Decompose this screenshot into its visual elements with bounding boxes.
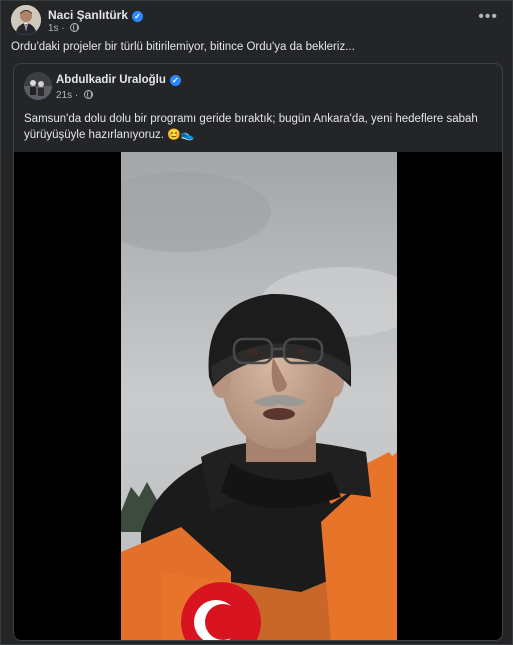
- author-avatar[interactable]: [11, 5, 41, 35]
- shared-author-name[interactable]: Abdulkadir Uraloğlu ✓: [56, 74, 181, 86]
- globe-icon: [84, 90, 94, 99]
- video-player[interactable]: [14, 152, 502, 640]
- smile-and-shoe-emoji: 😊👟: [167, 129, 195, 141]
- post-text: Ordu'daki projeler bir türlü bitirilemiy…: [11, 41, 355, 53]
- shared-author-avatar[interactable]: [24, 72, 52, 100]
- facebook-post: Naci Şanlıtürk ✓ 1s · ••• Ordu'daki proje…: [0, 0, 513, 645]
- post-header: Naci Şanlıtürk ✓ 1s · •••: [11, 5, 504, 37]
- verified-badge-icon: ✓: [132, 11, 144, 22]
- shared-post-time[interactable]: 21s: [56, 90, 72, 101]
- post-meta: 1s ·: [48, 23, 80, 34]
- video-frame: [121, 152, 397, 640]
- shared-post-meta: 21s ·: [56, 90, 94, 101]
- shared-post-text-body: Samsun'da dolu dolu bir programı geride …: [24, 113, 478, 141]
- author-name-text[interactable]: Naci Şanlıtürk: [48, 8, 128, 22]
- author-name[interactable]: Naci Şanlıtürk ✓: [48, 8, 144, 22]
- more-options-icon[interactable]: •••: [478, 9, 498, 25]
- shared-post-header: Abdulkadir Uraloğlu ✓ 21s ·: [24, 72, 494, 104]
- verified-badge-icon: ✓: [169, 75, 181, 86]
- globe-icon: [70, 23, 80, 32]
- post-time[interactable]: 1s: [48, 23, 59, 34]
- video-still-image: [121, 152, 397, 640]
- shared-author-name-text[interactable]: Abdulkadir Uraloğlu: [56, 74, 166, 86]
- shared-post-text: Samsun'da dolu dolu bir programı geride …: [24, 111, 484, 143]
- shared-post[interactable]: Abdulkadir Uraloğlu ✓ 21s · Samsun'da dol…: [13, 63, 503, 641]
